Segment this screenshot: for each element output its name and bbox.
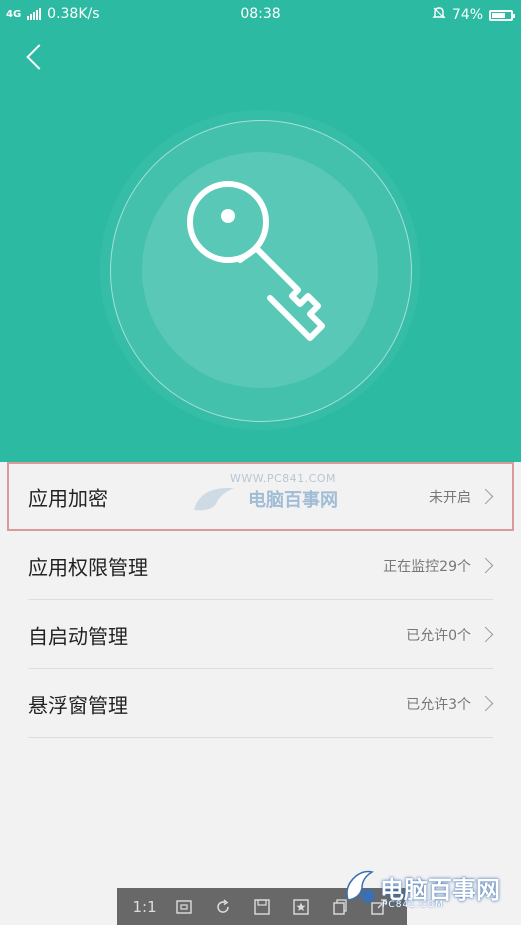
watermark-name: 电脑百事网: [248, 490, 338, 511]
bell-icon: [432, 6, 446, 24]
star-icon: [293, 898, 309, 915]
battery-percent: 74%: [451, 7, 483, 23]
chevron-right-icon: [477, 557, 494, 573]
menu-item-app-permissions[interactable]: 应用权限管理 正在监控29个: [0, 531, 521, 600]
fit-screen-icon: [176, 899, 192, 914]
watermark: WWW.PC841.COM 电脑百事网: [190, 472, 370, 516]
brand-logo-icon: [346, 870, 375, 903]
fit-screen-button[interactable]: [170, 893, 198, 921]
rotate-button[interactable]: [209, 893, 237, 921]
zoom-button[interactable]: 1:1: [131, 893, 159, 921]
battery-icon: [489, 9, 515, 21]
divider: [28, 737, 493, 738]
back-button[interactable]: [18, 38, 54, 74]
menu-item-value: 已允许0个: [406, 627, 471, 644]
brand-logo: 电脑百事网 PC841.COM: [340, 862, 520, 922]
favorite-button[interactable]: [287, 893, 315, 921]
save-icon: [254, 898, 270, 915]
menu-item-floating-window[interactable]: 悬浮窗管理 已允许3个: [0, 669, 521, 738]
rotate-icon: [217, 898, 229, 913]
brand-url: PC841.COM: [382, 900, 444, 910]
chevron-right-icon: [477, 695, 494, 711]
menu-item-label: 自启动管理: [28, 624, 128, 648]
header-banner: 4G 0.38K/s 08:38 74%: [0, 0, 521, 462]
key-icon: [187, 181, 325, 341]
menu-item-value: 正在监控29个: [383, 558, 471, 575]
menu-item-autostart[interactable]: 自启动管理 已允许0个: [0, 600, 521, 669]
menu-item-label: 悬浮窗管理: [28, 693, 128, 717]
chevron-right-icon: [477, 626, 494, 642]
status-bar: 4G 0.38K/s 08:38 74%: [0, 0, 521, 30]
menu-item-value: 已允许3个: [406, 696, 471, 713]
menu-item-label: 应用权限管理: [28, 555, 148, 579]
menu-item-value: 未开启: [429, 489, 471, 506]
watermark-url: WWW.PC841.COM: [230, 472, 336, 485]
menu-item-label: 应用加密: [28, 486, 108, 510]
leaf-icon: [194, 487, 234, 511]
save-button[interactable]: [248, 893, 276, 921]
chevron-right-icon: [477, 488, 494, 504]
